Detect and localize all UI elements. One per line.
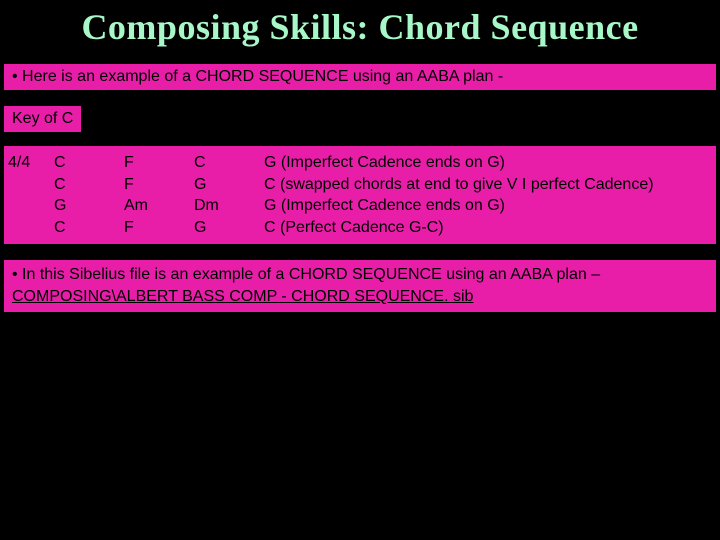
chord-cell: F xyxy=(124,217,194,239)
chord-cell: F xyxy=(124,152,194,174)
chord-annotation: C (swapped chords at end to give V I per… xyxy=(264,174,712,196)
chord-grid: 4/4 C F C G (Imperfect Cadence ends on G… xyxy=(8,152,712,238)
chord-cell: C xyxy=(54,174,124,196)
chord-cell: C xyxy=(54,152,124,174)
chord-cell: C xyxy=(194,152,264,174)
bullet-marker: • xyxy=(12,266,22,283)
chord-cell: C xyxy=(54,217,124,239)
chord-cell: Am xyxy=(124,195,194,217)
time-signature: 4/4 xyxy=(8,152,54,174)
sibelius-file-link[interactable]: COMPOSING\ALBERT BASS COMP - CHORD SEQUE… xyxy=(12,288,473,305)
chord-cell: F xyxy=(124,174,194,196)
slide: Composing Skills: Chord Sequence • Here … xyxy=(0,0,720,540)
chord-cell: G xyxy=(194,217,264,239)
chord-cell: Dm xyxy=(194,195,264,217)
chord-annotation: C (Perfect Cadence G-C) xyxy=(264,217,712,239)
intro-bullet: • Here is an example of a CHORD SEQUENCE… xyxy=(4,64,716,90)
chord-annotation: G (Imperfect Cadence ends on G) xyxy=(264,195,712,217)
chord-cell: G xyxy=(54,195,124,217)
sibelius-bullet: • In this Sibelius file is an example of… xyxy=(4,260,716,311)
page-title: Composing Skills: Chord Sequence xyxy=(0,0,720,58)
sibelius-text: In this Sibelius file is an example of a… xyxy=(22,266,600,283)
chord-annotation: G (Imperfect Cadence ends on G) xyxy=(264,152,712,174)
chord-sequence-box: 4/4 C F C G (Imperfect Cadence ends on G… xyxy=(4,146,716,244)
bullet-marker: • xyxy=(12,68,22,85)
intro-text: Here is an example of a CHORD SEQUENCE u… xyxy=(22,68,503,85)
chord-cell: G xyxy=(194,174,264,196)
key-label: Key of C xyxy=(4,106,81,132)
